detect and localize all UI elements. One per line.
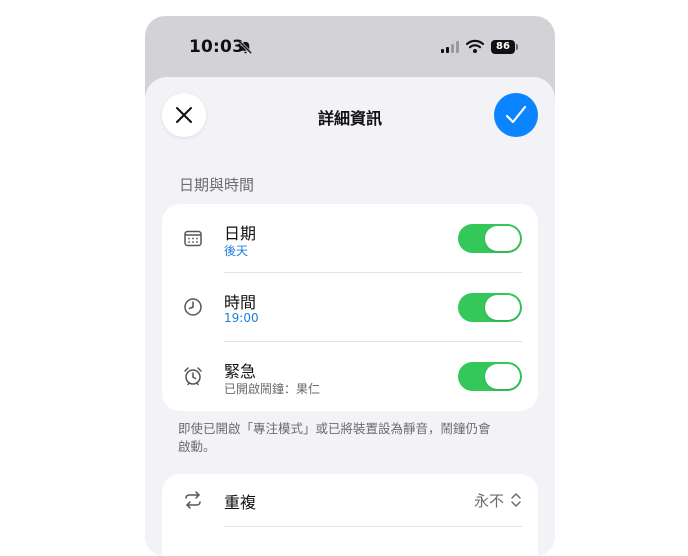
battery-nub <box>516 44 518 50</box>
toggle-knob <box>485 295 520 320</box>
repeat-icon <box>185 491 201 509</box>
row-time-title: 時間 <box>224 293 257 312</box>
row-urgent[interactable]: 緊急 已開啟鬧鐘：果仁 <box>162 342 538 411</box>
toggle-knob <box>485 226 520 251</box>
calendar-icon <box>184 230 202 247</box>
row-date[interactable]: 日期 後天 <box>162 204 538 273</box>
row-time[interactable]: 時間 19:00 <box>162 273 538 342</box>
row-repeat-title: 重複 <box>224 493 257 512</box>
section-header-date-time: 日期與時間 <box>179 176 255 194</box>
done-button[interactable] <box>494 93 538 137</box>
date-toggle[interactable] <box>458 224 522 253</box>
row-urgent-subtitle: 已開啟鬧鐘：果仁 <box>224 382 321 396</box>
time-toggle[interactable] <box>458 293 522 322</box>
toggle-knob <box>485 364 520 389</box>
status-bar: 10:03 86 <box>145 16 555 78</box>
repeat-value[interactable]: 永不 <box>474 490 504 511</box>
phone-frame: 10:03 86 詳細資訊 日期與時間 日期 後天 時間 19:00 緊急 已開… <box>145 16 555 556</box>
urgent-toggle[interactable] <box>458 362 522 391</box>
status-time: 10:03 <box>189 37 245 57</box>
chevron-up-down-icon <box>511 493 521 507</box>
cellular-signal-icon <box>441 41 459 53</box>
row-date-title: 日期 <box>224 224 257 243</box>
details-sheet: 詳細資訊 日期與時間 日期 後天 時間 19:00 緊急 已開啟鬧鐘：果仁 即使… <box>145 77 555 556</box>
alarm-clock-icon <box>184 367 202 386</box>
repeat-card: 重複 永不 <box>162 474 538 556</box>
battery-indicator: 86 <box>491 40 515 54</box>
alarm-footnote: 即使已開啟「專注模式」或已將裝置設為靜音，鬧鐘仍會啟動。 <box>178 421 491 454</box>
date-time-card: 日期 後天 時間 19:00 緊急 已開啟鬧鐘：果仁 <box>162 204 538 411</box>
row-urgent-title: 緊急 <box>224 362 257 381</box>
clock-icon <box>184 298 202 316</box>
bell-slash-icon <box>238 40 253 55</box>
wifi-icon <box>466 39 484 53</box>
checkmark-icon <box>505 105 527 124</box>
row-repeat[interactable]: 重複 永不 <box>162 474 538 526</box>
row-date-value: 後天 <box>224 244 249 258</box>
row-time-value: 19:00 <box>224 311 259 325</box>
